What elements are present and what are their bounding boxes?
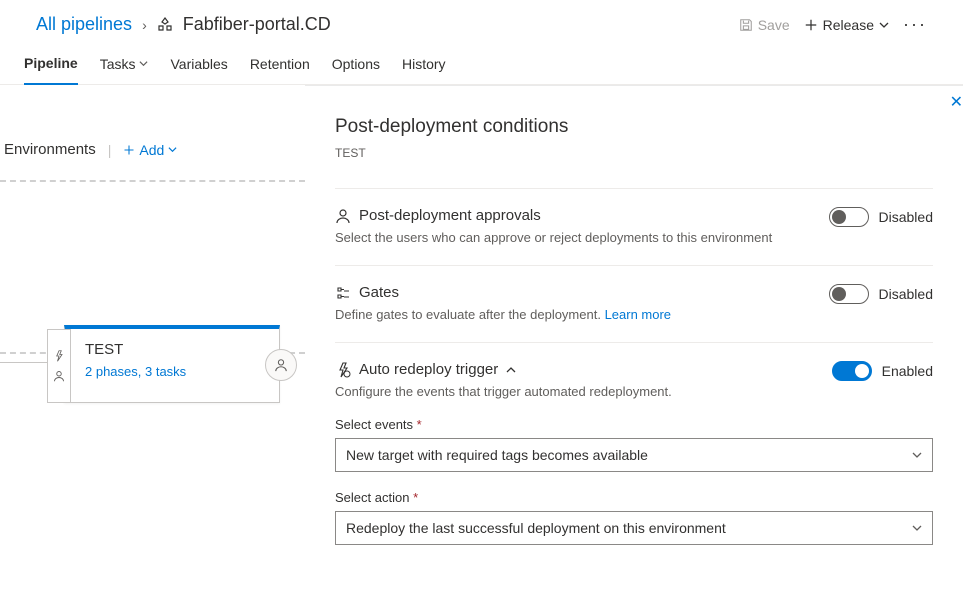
pipeline-name: Fabfiber-portal.CD [183, 14, 331, 35]
gates-learn-more-link[interactable]: Learn more [605, 307, 671, 322]
more-actions-button[interactable]: ··· [903, 14, 927, 35]
chevron-down-icon [912, 523, 922, 533]
events-value: New target with required tags becomes av… [346, 447, 648, 463]
approvals-desc: Select the users who can approve or reje… [335, 230, 772, 245]
gates-desc: Define gates to evaluate after the deplo… [335, 307, 671, 322]
stage-connector [0, 362, 50, 363]
divider: | [108, 142, 112, 158]
tab-variables[interactable]: Variables [170, 45, 227, 84]
stage-tasks-link[interactable]: 2 phases, 3 tasks [85, 364, 267, 379]
stage-card-test[interactable]: TEST 2 phases, 3 tasks [64, 325, 280, 403]
action-value: Redeploy the last successful deployment … [346, 520, 726, 536]
approvals-title: Post-deployment approvals [359, 207, 541, 224]
save-label: Save [758, 17, 790, 33]
environments-column: Environments | Add TEST 2 phases, 3 task… [0, 85, 305, 585]
trigger-icon [53, 350, 65, 362]
section-gates: Gates Define gates to evaluate after the… [335, 265, 933, 342]
stage-name: TEST [85, 341, 267, 358]
chevron-right-icon: › [142, 17, 147, 33]
person-icon [335, 208, 351, 224]
trigger-icon [335, 362, 351, 378]
panel-subtitle: TEST [335, 146, 933, 160]
post-deployment-handle[interactable] [265, 349, 297, 381]
redeploy-toggle[interactable] [832, 361, 872, 381]
chevron-down-icon [912, 450, 922, 460]
action-label: Select action * [335, 490, 933, 505]
redeploy-title: Auto redeploy trigger [359, 361, 498, 378]
add-environment-button[interactable]: Add [123, 142, 177, 158]
tab-history[interactable]: History [402, 45, 446, 84]
panel-title: Post-deployment conditions [335, 116, 933, 138]
release-label: Release [823, 17, 874, 33]
gates-title: Gates [359, 284, 399, 301]
release-button[interactable]: Release [804, 17, 889, 33]
events-label: Select events * [335, 417, 933, 432]
pre-deployment-handle[interactable] [47, 329, 71, 403]
approvals-state: Disabled [879, 209, 933, 225]
events-select[interactable]: New target with required tags becomes av… [335, 438, 933, 472]
breadcrumb-all-pipelines[interactable]: All pipelines [36, 14, 132, 35]
tabs: Pipeline Tasks Variables Retention Optio… [0, 45, 963, 85]
chevron-up-icon[interactable] [506, 365, 516, 375]
section-auto-redeploy: Auto redeploy trigger Configure the even… [335, 342, 933, 565]
environments-label: Environments [4, 141, 96, 158]
gates-state: Disabled [879, 286, 933, 302]
save-icon [739, 18, 753, 32]
redeploy-desc: Configure the events that trigger automa… [335, 384, 672, 399]
redeploy-state: Enabled [882, 363, 933, 379]
chevron-down-icon [168, 145, 177, 154]
plus-icon [123, 144, 135, 156]
gates-icon [335, 285, 351, 301]
breadcrumb: All pipelines › Fabfiber-portal.CD [36, 14, 331, 35]
post-deployment-panel: ✕ Post-deployment conditions TEST Post-d… [305, 85, 963, 585]
person-icon [53, 370, 65, 382]
action-select[interactable]: Redeploy the last successful deployment … [335, 511, 933, 545]
pipeline-icon [157, 17, 173, 33]
person-icon [274, 358, 288, 372]
close-icon: ✕ [950, 92, 963, 112]
close-panel-button[interactable]: ✕ [950, 92, 963, 112]
dashed-divider [0, 180, 305, 182]
tab-retention[interactable]: Retention [250, 45, 310, 84]
approvals-toggle[interactable] [829, 207, 869, 227]
add-label: Add [139, 142, 164, 158]
tab-tasks[interactable]: Tasks [100, 45, 149, 84]
tab-tasks-label: Tasks [100, 56, 136, 72]
chevron-down-icon [139, 59, 148, 68]
toolbar: Save Release ··· [739, 14, 927, 35]
chevron-down-icon [879, 20, 889, 30]
gates-toggle[interactable] [829, 284, 869, 304]
save-button[interactable]: Save [739, 17, 790, 33]
tab-options[interactable]: Options [332, 45, 380, 84]
plus-icon [804, 18, 818, 32]
section-approvals: Post-deployment approvals Select the use… [335, 188, 933, 265]
tab-pipeline[interactable]: Pipeline [24, 45, 78, 85]
